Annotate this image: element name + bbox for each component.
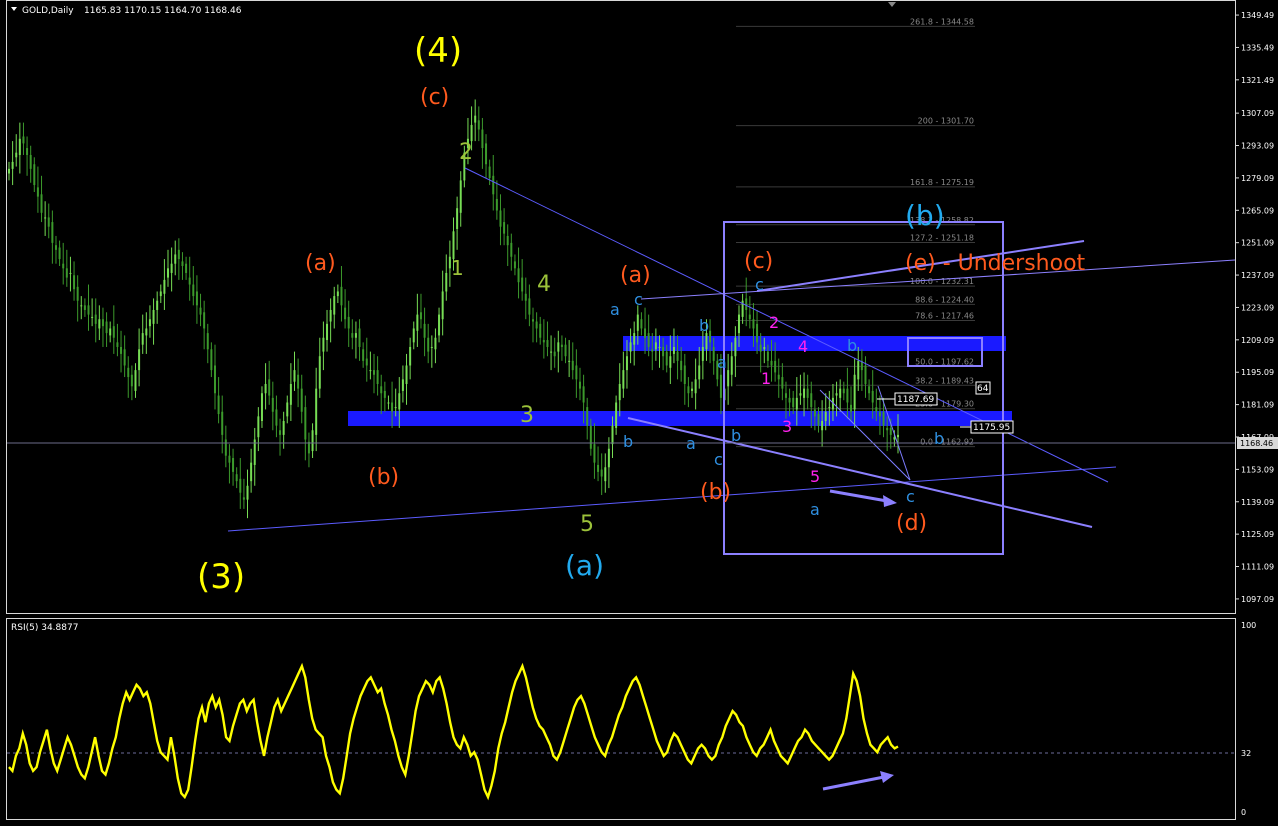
wave-label-d-mid: (d): [896, 511, 927, 536]
wave-label-b-small-3: b: [731, 426, 741, 445]
wave-label-c-mid: (c): [744, 249, 773, 274]
price-tick-label: 1321.49: [1241, 76, 1274, 85]
wave-label-b-mid: (b): [700, 480, 731, 505]
price-tick-label: 1125.09: [1241, 530, 1274, 539]
wave-label-c-small-3: c: [755, 275, 764, 294]
price-tick-label: 1209.09: [1241, 336, 1274, 345]
rsi-tick-100: 100: [1241, 621, 1256, 630]
wave-label-b-cyan: (b): [905, 199, 945, 232]
wave-label-a-mid: (a): [620, 263, 651, 288]
price-tick-label: 1111.09: [1241, 563, 1274, 572]
wave-label-2-olive: 2: [459, 140, 473, 165]
symbol-caption: GOLD,Daily: [22, 6, 74, 16]
wave-label-4-magenta: 4: [798, 337, 808, 356]
wave-label-3-olive: 3: [520, 403, 534, 428]
wave-label-a-small-4: a: [810, 500, 820, 519]
wave-label-a-left: (a): [305, 251, 336, 276]
price-tick-label: 1335.49: [1241, 43, 1274, 52]
support-band-lower[interactable]: [348, 411, 1012, 426]
price-tick-label: 1349.49: [1241, 11, 1274, 20]
fib-level-label: 100.0 - 1232.31: [910, 277, 974, 286]
price-tick-label: 1307.09: [1241, 109, 1274, 118]
wave-label-a-small-3: a: [717, 353, 727, 372]
wave-label-3-magenta: 3: [782, 417, 792, 436]
rsi-tick-0: 0: [1241, 808, 1246, 817]
wave-label-4-major: (4): [414, 31, 462, 71]
rsi-tick-32: 32: [1241, 749, 1251, 758]
wave-label-b-left: (b): [368, 465, 399, 490]
price-tag-1187: 1187.69: [897, 395, 934, 405]
current-price-value: 1168.46: [1240, 439, 1273, 448]
wave-label-2-magenta: 2: [769, 313, 779, 332]
wave-label-a-small-1: a: [610, 300, 620, 319]
wave-label-b-small-1: b: [699, 316, 709, 335]
price-tick-label: 1251.09: [1241, 239, 1274, 248]
fib-level-label: 38.2 - 1189.43: [915, 376, 974, 385]
price-tick-label: 1265.09: [1241, 206, 1274, 215]
fib-level-label: 88.6 - 1224.40: [915, 295, 974, 304]
wave-label-a-small-2: a: [686, 434, 696, 453]
wave-label-c-small-1: c: [634, 290, 643, 309]
price-tick-label: 1237.09: [1241, 271, 1274, 280]
current-price-tag: 1168.46: [1237, 437, 1278, 449]
fib-level-label: 127.2 - 1251.18: [910, 233, 974, 242]
wave-label-3-major: (3): [197, 557, 245, 597]
price-tick-label: 1279.09: [1241, 174, 1274, 183]
wave-label-b-small-2: b: [623, 432, 633, 451]
wave-label-1-olive: 1: [451, 256, 464, 280]
price-tick-label: 1195.09: [1241, 368, 1274, 377]
rsi-caption: RSI(5) 34.8877: [11, 623, 78, 633]
price-tick-label: 1181.09: [1241, 401, 1274, 410]
fib-level-label: 78.6 - 1217.46: [915, 311, 974, 320]
fib-level-label: 0.0 - 1162.92: [920, 438, 974, 447]
wave-label-5-magenta: 5: [810, 467, 820, 486]
wave-label-c-top: (c): [420, 85, 449, 110]
fib-level-label: 261.8 - 1344.58: [910, 17, 974, 26]
price-tick-label: 1097.09: [1241, 595, 1274, 604]
wave-label-e-undershoot: (e) - Undershoot: [905, 251, 1086, 276]
price-tick-label: 1223.09: [1241, 303, 1274, 312]
wave-label-b-small-5: b: [934, 429, 944, 448]
fib-level-label: 161.8 - 1275.19: [910, 178, 974, 187]
ohlc-readout: 1165.83 1170.15 1164.70 1168.46: [84, 6, 242, 16]
price-tag-small: 64: [977, 384, 989, 394]
wave-label-c-small-4: c: [906, 487, 915, 506]
wave-label-1-magenta: 1: [761, 369, 771, 388]
price-tag-1175: 1175.95: [973, 423, 1010, 433]
price-tick-label: 1139.09: [1241, 498, 1274, 507]
price-tick-label: 1153.09: [1241, 465, 1274, 474]
wave-label-5-olive: 5: [580, 512, 594, 537]
fib-level-label: 200 - 1301.70: [918, 117, 974, 126]
chart-window[interactable]: GOLD,Daily 1165.83 1170.15 1164.70 1168.…: [0, 0, 1278, 826]
wave-label-b-small-4: b: [847, 336, 857, 355]
wave-label-a-cyan: (a): [565, 549, 604, 582]
price-tick-label: 1293.09: [1241, 142, 1274, 151]
wave-label-4-olive: 4: [537, 272, 551, 297]
price-pane-header: GOLD,Daily 1165.83 1170.15 1164.70 1168.…: [11, 6, 242, 16]
wave-label-c-small-2: c: [714, 450, 723, 469]
